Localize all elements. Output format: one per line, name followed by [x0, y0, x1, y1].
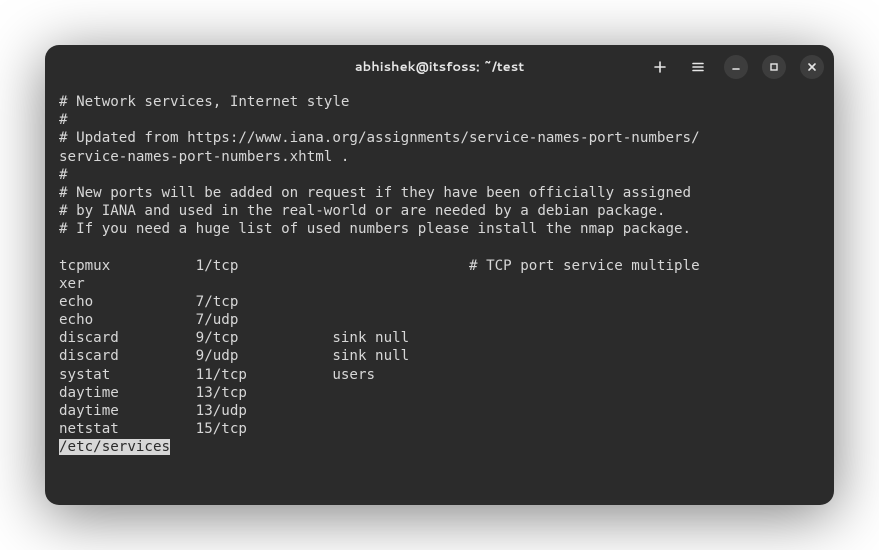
output-line: # by IANA and used in the real-world or … [59, 203, 665, 219]
output-line: echo 7/tcp [59, 294, 238, 310]
window-controls [648, 55, 824, 79]
output-line: # Updated from https://www.iana.org/assi… [59, 130, 700, 146]
output-line: # If you need a huge list of used number… [59, 221, 691, 237]
output-line: service-names-port-numbers.xhtml . [59, 149, 349, 165]
output-line: xer [59, 276, 85, 292]
output-line: tcpmux 1/tcp # TCP port service multiple [59, 258, 700, 274]
pager-status-line: /etc/services [59, 439, 170, 455]
minimize-button[interactable] [724, 55, 748, 79]
output-line: # [59, 167, 68, 183]
pager-filename: /etc/services [59, 439, 170, 455]
output-line: # Network services, Internet style [59, 94, 349, 110]
output-line: daytime 13/udp [59, 403, 247, 419]
output-line: # [59, 112, 68, 128]
output-line: discard 9/udp sink null [59, 348, 409, 364]
output-line: systat 11/tcp users [59, 367, 375, 383]
output-line: echo 7/udp [59, 312, 238, 328]
titlebar: abhishek@itsfoss: ~/test [45, 45, 834, 89]
menu-button[interactable] [686, 55, 710, 79]
output-line: discard 9/tcp sink null [59, 330, 409, 346]
new-tab-button[interactable] [648, 55, 672, 79]
output-line: netstat 15/tcp [59, 421, 247, 437]
terminal-window: abhishek@itsfoss: ~/test # Netwo [45, 45, 834, 505]
close-button[interactable] [800, 55, 824, 79]
maximize-button[interactable] [762, 55, 786, 79]
terminal-content[interactable]: # Network services, Internet style # # U… [45, 89, 834, 505]
output-line: # New ports will be added on request if … [59, 185, 691, 201]
output-line: daytime 13/tcp [59, 385, 247, 401]
